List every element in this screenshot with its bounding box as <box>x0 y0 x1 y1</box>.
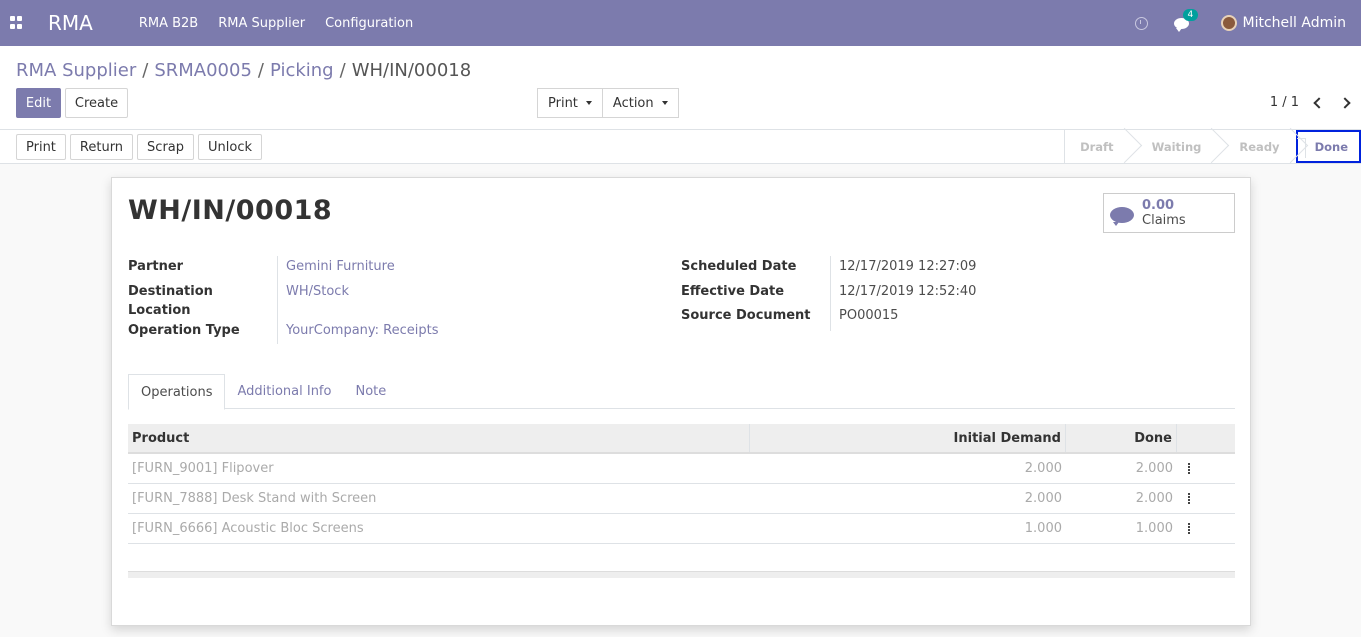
user-menu[interactable]: Mitchell Admin <box>1243 15 1347 31</box>
table-footer <box>128 571 1235 578</box>
avatar[interactable] <box>1220 15 1237 31</box>
claims-label: Claims <box>1142 213 1186 228</box>
notebook-tabs: Operations Additional Info Note <box>128 374 1235 410</box>
messages-count-badge: 4 <box>1182 8 1199 21</box>
breadcrumb-current: WH/IN/00018 <box>351 60 472 81</box>
record-title: WH/IN/00018 <box>128 195 333 226</box>
form-sheet: WH/IN/00018 0.00 Claims Partner Destinat… <box>111 177 1251 626</box>
scheduled-date-label: Scheduled Date <box>681 259 797 274</box>
destination-location-label: Destination Location <box>128 284 213 318</box>
print-dropdown[interactable]: Print <box>537 88 603 118</box>
effective-date-value: 12/17/2019 12:52:40 <box>839 284 977 299</box>
row-initial-demand: 2.000 <box>1024 461 1062 476</box>
row-product: [FURN_6666] Acoustic Bloc Screens <box>132 521 364 536</box>
top-navbar: RMA RMA B2B RMA Supplier Configuration 4… <box>0 0 1361 46</box>
table-header: Product Initial Demand Done <box>128 424 1235 454</box>
tab-note[interactable]: Note <box>343 374 398 409</box>
row-product: [FURN_9001] Flipover <box>132 461 274 476</box>
pager: 1 / 1 <box>1270 95 1351 110</box>
operations-table: Product Initial Demand Done [FURN_9001] … <box>128 424 1235 544</box>
tab-operations[interactable]: Operations <box>128 374 226 410</box>
table-row[interactable]: [FURN_9001] Flipover 2.000 2.000 <box>128 454 1235 484</box>
claims-stat-button[interactable]: 0.00 Claims <box>1103 193 1235 233</box>
chevron-left-icon[interactable] <box>1313 96 1325 109</box>
tab-additional-info[interactable]: Additional Info <box>225 374 343 409</box>
partner-value[interactable]: Gemini Furniture <box>286 257 395 276</box>
pager-value[interactable]: 1 / 1 <box>1270 95 1299 110</box>
destination-location-value[interactable]: WH/Stock <box>286 282 349 301</box>
field-divider <box>277 256 278 344</box>
detailed-operations-icon[interactable] <box>1182 523 1195 534</box>
stage-draft: Draft <box>1065 130 1129 163</box>
source-document-label: Source Document <box>681 308 811 323</box>
row-done: 1.000 <box>1135 521 1173 536</box>
detailed-operations-icon[interactable] <box>1182 493 1195 504</box>
breadcrumb-rma-supplier[interactable]: RMA Supplier <box>16 60 136 81</box>
operation-type-value[interactable]: YourCompany: Receipts <box>286 321 439 340</box>
chevron-right-icon[interactable] <box>1339 96 1351 109</box>
column-initial-demand[interactable]: Initial Demand <box>750 424 1066 452</box>
create-button[interactable]: Create <box>65 88 128 118</box>
menu-configuration[interactable]: Configuration <box>325 16 413 31</box>
control-panel: RMA Supplier / SRMA0005 / Picking / WH/I… <box>0 46 1361 130</box>
breadcrumb: RMA Supplier / SRMA0005 / Picking / WH/I… <box>16 60 471 81</box>
row-done: 2.000 <box>1135 491 1173 506</box>
caret-down-icon <box>661 101 668 105</box>
detailed-operations-icon[interactable] <box>1182 463 1195 474</box>
row-product: [FURN_7888] Desk Stand with Screen <box>132 491 377 506</box>
app-brand[interactable]: RMA <box>48 11 93 35</box>
return-button[interactable]: Return <box>69 134 134 160</box>
stage-pipeline: Draft Waiting Ready Done <box>1064 130 1361 163</box>
unlock-button[interactable]: Unlock <box>198 134 263 160</box>
source-document-value: PO00015 <box>839 308 899 323</box>
print-button[interactable]: Print <box>16 134 66 160</box>
scrap-button[interactable]: Scrap <box>137 134 195 160</box>
field-divider <box>830 256 831 331</box>
stage-ready: Ready <box>1217 130 1295 163</box>
operation-type-label: Operation Type <box>128 323 240 338</box>
activity-clock-icon[interactable] <box>1134 16 1148 30</box>
breadcrumb-picking[interactable]: Picking <box>270 60 334 81</box>
column-product[interactable]: Product <box>128 424 750 452</box>
sidebar-buttons: Print Action <box>537 88 679 118</box>
column-actions <box>1177 424 1235 452</box>
apps-menu-icon[interactable] <box>10 16 24 30</box>
breadcrumb-srma[interactable]: SRMA0005 <box>154 60 252 81</box>
column-done[interactable]: Done <box>1066 424 1177 452</box>
edit-button[interactable]: Edit <box>16 88 61 118</box>
menu-rma-b2b[interactable]: RMA B2B <box>139 16 198 31</box>
breadcrumb-separator: / <box>339 60 346 81</box>
scheduled-date-value: 12/17/2019 12:27:09 <box>839 259 977 274</box>
form-statusbar: Print Return Scrap Unlock Draft Waiting … <box>0 130 1361 164</box>
partner-label: Partner <box>128 259 184 274</box>
breadcrumb-separator: / <box>142 60 149 81</box>
menu-rma-supplier[interactable]: RMA Supplier <box>218 16 305 31</box>
claims-count: 0.00 <box>1142 198 1175 213</box>
breadcrumb-separator: / <box>257 60 264 81</box>
row-initial-demand: 1.000 <box>1024 521 1062 536</box>
action-dropdown-label: Action <box>612 95 654 111</box>
action-dropdown[interactable]: Action <box>602 88 679 118</box>
row-initial-demand: 2.000 <box>1024 491 1062 506</box>
stage-waiting: Waiting <box>1130 130 1218 163</box>
table-row[interactable]: [FURN_6666] Acoustic Bloc Screens 1.000 … <box>128 514 1235 544</box>
messages-button[interactable]: 4 <box>1173 8 1199 32</box>
row-done: 2.000 <box>1135 461 1173 476</box>
table-row[interactable]: [FURN_7888] Desk Stand with Screen 2.000… <box>128 484 1235 514</box>
caret-down-icon <box>585 101 592 105</box>
effective-date-label: Effective Date <box>681 284 785 299</box>
comments-icon <box>1110 206 1134 226</box>
print-dropdown-label: Print <box>548 95 578 111</box>
